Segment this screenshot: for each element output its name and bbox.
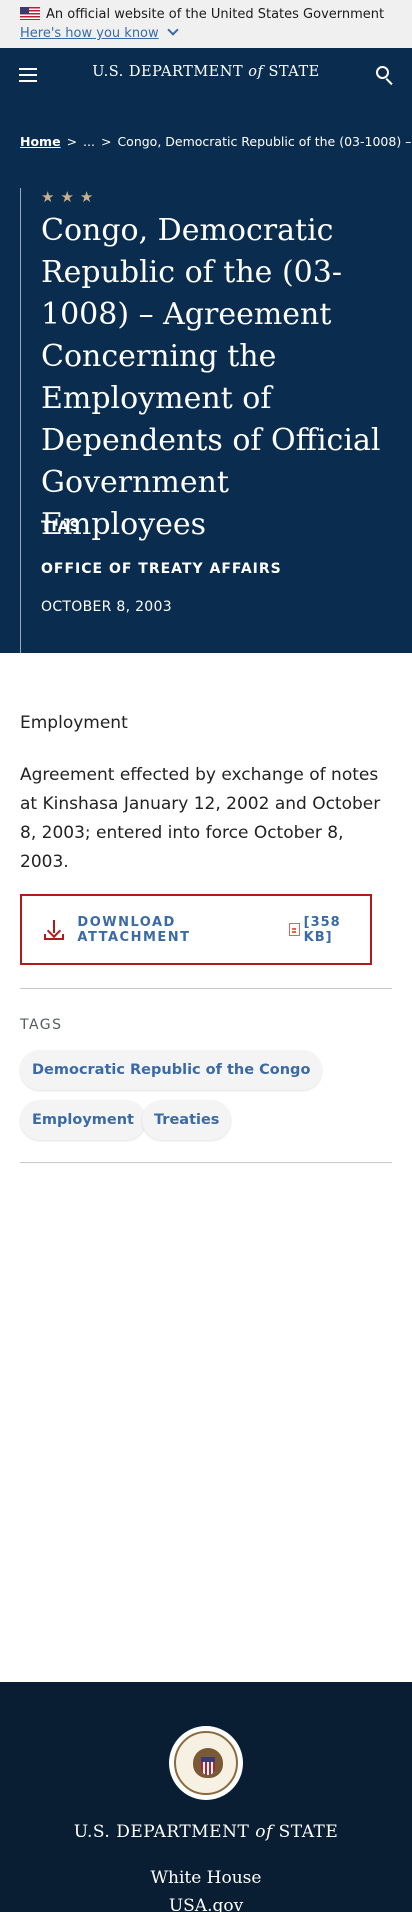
tags-heading: TAGS	[20, 1017, 63, 1033]
department-seal-icon	[169, 1726, 243, 1800]
main-content: Employment Agreement effected by exchang…	[0, 653, 412, 1676]
summary-text: Agreement effected by exchange of notes …	[20, 765, 381, 872]
brand-of: of	[248, 64, 264, 80]
brand-pre: U.S. DEPARTMENT	[92, 64, 244, 80]
footer-brand-of: of	[255, 1822, 273, 1842]
breadcrumb-current: Congo, Democratic Republic of the (03-10…	[117, 134, 412, 149]
brand-post: STATE	[268, 64, 320, 80]
site-logo[interactable]: U.S. DEPARTMENT of STATE	[0, 64, 412, 80]
site-header: U.S. DEPARTMENT of STATE	[0, 48, 412, 104]
gov-banner-text: An official website of the United States…	[46, 7, 385, 22]
footer-logo[interactable]: U.S. DEPARTMENT of STATE	[0, 1822, 412, 1842]
breadcrumb-ellipsis[interactable]: ...	[83, 134, 95, 149]
breadcrumb-home-link[interactable]: Home	[20, 134, 61, 149]
hero-content: ★★★ Congo, Democratic Republic of the (0…	[20, 188, 392, 653]
heres-how-you-know-link[interactable]: Here's how you know	[20, 26, 159, 41]
stars-icon: ★★★	[41, 188, 100, 206]
divider	[20, 988, 392, 989]
breadcrumb-separator: >	[66, 134, 78, 149]
footer-link-white-house[interactable]: White House	[0, 1868, 412, 1888]
hero: Home >... > Congo, Democratic Republic of t…	[0, 104, 412, 653]
download-attachment-button[interactable]: DOWNLOAD ATTACHMENT [358 KB]	[20, 894, 372, 965]
breadcrumb: Home >... > Congo, Democratic Republic of t…	[20, 134, 412, 149]
series-label: TIAS	[41, 519, 81, 535]
tag-treaties[interactable]: Treaties	[142, 1100, 232, 1140]
footer-link-usa-gov[interactable]: USA.gov	[0, 1896, 412, 1912]
download-size: [358 KB]	[303, 914, 341, 945]
site-footer: U.S. DEPARTMENT of STATE White House USA…	[0, 1682, 412, 1912]
search-icon[interactable]	[376, 66, 396, 86]
gov-banner: An official website of the United States…	[0, 0, 412, 48]
publish-date: OCTOBER 8, 2003	[41, 599, 172, 615]
office-label: OFFICE OF TREATY AFFAIRS	[41, 561, 282, 577]
breadcrumb-separator: >	[100, 134, 112, 149]
footer-brand-pre: U.S. DEPARTMENT	[73, 1822, 250, 1842]
download-label: DOWNLOAD ATTACHMENT	[77, 914, 191, 945]
tag-employment[interactable]: Employment	[20, 1100, 146, 1140]
pdf-icon	[289, 923, 300, 936]
tag-democratic-republic-of-the-congo[interactable]: Democratic Republic of the Congo	[20, 1050, 323, 1090]
divider	[20, 1162, 392, 1163]
footer-brand-post: STATE	[278, 1822, 339, 1842]
page-title: Congo, Democratic Republic of the (03-10…	[41, 213, 381, 542]
us-flag-icon	[20, 7, 40, 20]
download-icon	[43, 919, 64, 941]
chevron-down-icon[interactable]	[166, 24, 179, 36]
category-text: Employment	[20, 713, 128, 733]
